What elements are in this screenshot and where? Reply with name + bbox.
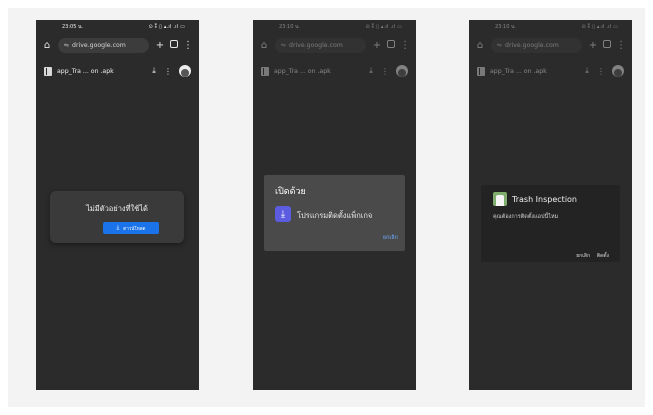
url-text: drive.google.com [505, 41, 559, 49]
more-vert-icon[interactable]: ⋮ [594, 67, 608, 76]
status-time: 23:05 น. [62, 24, 84, 30]
plus-icon[interactable]: + [586, 40, 600, 51]
file-icon [477, 66, 485, 76]
plus-icon[interactable]: + [153, 40, 167, 51]
file-header: app_Tra ... on .apk ⤓ ⋮ [36, 60, 199, 82]
open-with-dialog: เปิดด้วย ⤓ โปรแกรมติดตั้งแพ็กเกจ ยกเลิก [264, 175, 405, 251]
file-name: app_Tra ... on .apk [490, 67, 547, 75]
avatar[interactable] [396, 65, 408, 77]
more-vert-icon[interactable]: ⋮ [181, 40, 195, 51]
tab-switcher-icon[interactable] [384, 39, 398, 51]
install-app-dialog: Trash Inspection คุณต้องการติดตั้งแอปนี้… [481, 185, 620, 262]
status-icons: ⊙ ⁑ ▯ ▴.ıl .ıl ▭ [581, 24, 618, 30]
tab-switcher-icon[interactable] [167, 39, 181, 51]
package-installer-label[interactable]: โปรแกรมติดตั้งแพ็กเกจ [297, 210, 372, 222]
file-icon [44, 66, 52, 76]
status-time: 23:10 น. [279, 24, 301, 30]
install-question: คุณต้องการติดตั้งแอปนี้ไหม [493, 214, 559, 220]
url-text: drive.google.com [72, 41, 126, 49]
status-time: 23:10 น. [495, 24, 517, 30]
install-button[interactable]: ติดตั้ง [597, 252, 609, 260]
status-bar: 23:05 น. ⊙ ⁑ ▯ ▴.ıl .ıl ▭ [36, 20, 199, 34]
phone-screen-1: 23:05 น. ⊙ ⁑ ▯ ▴.ıl .ıl ▭ ⌂ ⇋ drive.goog… [36, 20, 199, 390]
avatar[interactable] [179, 65, 191, 77]
tune-icon[interactable]: ⇋ [281, 42, 286, 49]
package-installer-icon[interactable]: ⤓ [275, 206, 291, 222]
url-bar[interactable]: ⇋ drive.google.com [58, 37, 149, 53]
cancel-button[interactable]: ยกเลิก [576, 252, 590, 260]
file-name: app_Tra ... on .apk [57, 67, 114, 75]
file-name: app_Tra ... on .apk [274, 67, 331, 75]
url-bar[interactable]: ⇋ drive.google.com [275, 37, 366, 53]
status-icons: ⊙ ⁑ ▯ ▴.ıl .ıl ▭ [148, 24, 185, 30]
status-icons: ⊙ ⁑ ▯ ▴.ıl .ıl ▭ [365, 24, 402, 30]
more-vert-icon[interactable]: ⋮ [398, 40, 412, 51]
more-vert-icon[interactable]: ⋮ [378, 67, 392, 76]
screenshot-canvas: 23:05 น. ⊙ ⁑ ▯ ▴.ıl .ıl ▭ ⌂ ⇋ drive.goog… [8, 8, 645, 407]
home-icon[interactable]: ⌂ [473, 40, 487, 51]
avatar[interactable] [612, 65, 624, 77]
plus-icon[interactable]: + [370, 40, 384, 51]
browser-toolbar: ⌂ ⇋ drive.google.com + ⋮ [469, 35, 632, 55]
phone-screen-2: 23:10 น. ⊙ ⁑ ▯ ▴.ıl .ıl ▭ ⌂ ⇋ drive.goog… [253, 20, 416, 390]
browser-toolbar: ⌂ ⇋ drive.google.com + ⋮ [36, 35, 199, 55]
tune-icon[interactable]: ⇋ [497, 42, 502, 49]
download-icon[interactable]: ⤓ [364, 66, 378, 76]
tab-switcher-icon[interactable] [600, 39, 614, 51]
download-button[interactable]: ⤓ ดาวน์โหลด [103, 222, 159, 234]
download-icon[interactable]: ⤓ [147, 66, 161, 76]
browser-toolbar: ⌂ ⇋ drive.google.com + ⋮ [253, 35, 416, 55]
more-vert-icon[interactable]: ⋮ [161, 67, 175, 76]
home-icon[interactable]: ⌂ [40, 40, 54, 51]
open-with-title: เปิดด้วย [275, 187, 306, 197]
trash-inspection-app-icon [493, 192, 507, 206]
more-vert-icon[interactable]: ⋮ [614, 40, 628, 51]
url-text: drive.google.com [289, 41, 343, 49]
status-bar: 23:10 น. ⊙ ⁑ ▯ ▴.ıl .ıl ▭ [469, 20, 632, 34]
status-bar: 23:10 น. ⊙ ⁑ ▯ ▴.ıl .ıl ▭ [253, 20, 416, 34]
file-icon [261, 66, 269, 76]
file-header: app_Tra ... on .apk ⤓ ⋮ [253, 60, 416, 82]
tune-icon[interactable]: ⇋ [64, 42, 69, 49]
phone-screen-3: 23:10 น. ⊙ ⁑ ▯ ▴.ıl .ıl ▭ ⌂ ⇋ drive.goog… [469, 20, 632, 390]
home-icon[interactable]: ⌂ [257, 40, 271, 51]
no-preview-dialog: ไม่มีตัวอย่างที่ใช้ได้ ⤓ ดาวน์โหลด [50, 191, 184, 243]
download-icon: ⤓ [116, 224, 120, 231]
url-bar[interactable]: ⇋ drive.google.com [491, 37, 582, 53]
file-header: app_Tra ... on .apk ⤓ ⋮ [469, 60, 632, 82]
download-button-label: ดาวน์โหลด [123, 226, 146, 232]
no-preview-message: ไม่มีตัวอย่างที่ใช้ได้ [86, 204, 148, 213]
download-icon[interactable]: ⤓ [580, 66, 594, 76]
cancel-button[interactable]: ยกเลิก [383, 234, 398, 242]
app-title: Trash Inspection [512, 195, 578, 204]
